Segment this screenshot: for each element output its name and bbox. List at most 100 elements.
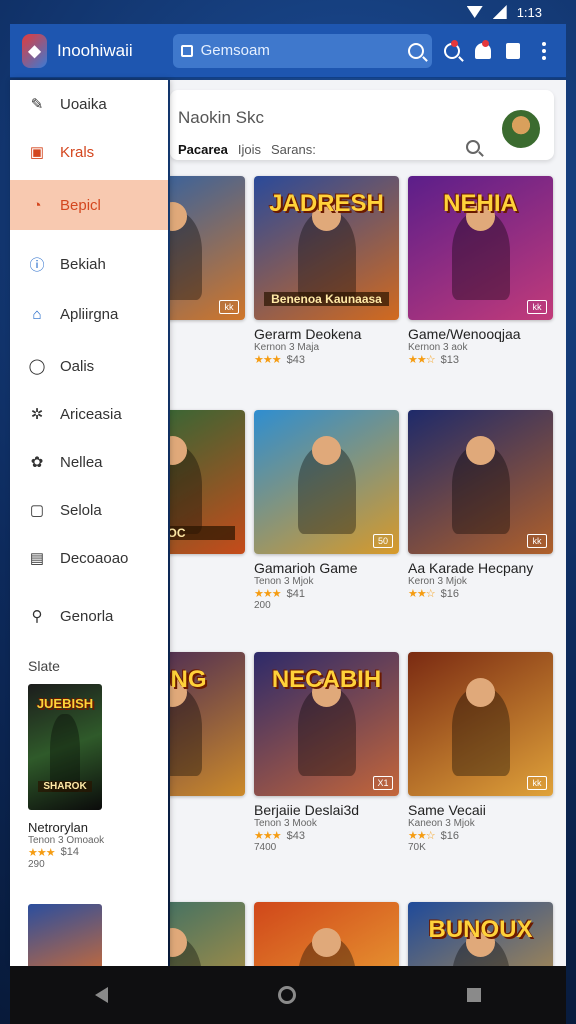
drawer-item-genorla[interactable]: ⚲ Genorla <box>10 592 168 640</box>
game-name: Netrorylan <box>28 820 88 835</box>
game-card[interactable]: kk Same Vecaii Kaneon 3 Mjok ★★☆ $16 70K <box>408 652 558 853</box>
clock-icon: ◔ <box>32 196 42 214</box>
status-bar: 1:13 <box>0 0 576 24</box>
drawer-item-label: Krals <box>60 143 95 161</box>
game-cover: BUNOUX <box>408 902 553 966</box>
drawer-item-oalis[interactable]: ◯ Oalis <box>10 342 168 390</box>
app-logo-icon[interactable]: ◆ <box>22 33 48 68</box>
game-cover: SOC <box>170 410 245 554</box>
book-icon <box>506 42 521 59</box>
app-bar: ◆ Inoohiwaii <box>10 24 566 78</box>
library-button[interactable] <box>503 37 524 65</box>
chat-icon: ◯ <box>28 358 46 375</box>
cover-title: NECABIH <box>271 666 382 693</box>
home-icon[interactable] <box>278 986 297 1004</box>
status-time: 1:13 <box>516 4 542 20</box>
drawer-item-apliirgna[interactable]: ⌂ Apliirgna <box>10 290 168 338</box>
drawer-item-bekiah[interactable]: ⓘ Bekiah <box>10 240 168 288</box>
cover-title: TUNG <box>170 666 207 693</box>
rating-stars: ★★☆ <box>408 830 436 842</box>
game-card[interactable]: 50 Gamarioh Game Tenon 3 Mjok ★★★ $41 200 <box>254 410 404 611</box>
game-developer: Tenon 3 Mook <box>254 818 317 829</box>
game-card[interactable] <box>254 902 404 966</box>
search-icon[interactable] <box>466 140 480 154</box>
app-title: Inoohiwaii <box>57 40 133 60</box>
more-menu-button[interactable] <box>533 37 554 65</box>
cover-badge: kk <box>527 776 547 790</box>
game-cover-partial[interactable] <box>28 904 102 966</box>
cover-subtitle: SOC <box>170 526 235 540</box>
tab-pacarea[interactable]: Pacarea <box>178 142 228 157</box>
game-price: $14 <box>60 846 79 858</box>
game-price: $13 <box>440 353 459 366</box>
game-meta: ★★☆ $16 <box>408 587 558 601</box>
search-icon[interactable] <box>407 42 424 59</box>
wifi-icon <box>466 6 483 18</box>
game-meta: ★★★ $43 <box>254 353 404 367</box>
game-cover: JADRESH Benenoa Kaunaasa <box>254 176 399 320</box>
tab-bar: Pacarea Ijois Sarans: <box>178 142 316 157</box>
game-developer: Tenon 3 Omoaok <box>28 835 105 846</box>
game-price: $43 <box>286 829 305 842</box>
navigation-drawer: Slate JUEBISH SHAROK Netrorylan Tenon 3 … <box>10 80 168 966</box>
avatar[interactable] <box>500 108 542 150</box>
drawer-item-label: Bepicl <box>60 196 101 214</box>
game-card[interactable]: NEHIA kk Game/Wenooqjaa Kernon 3 aok ★★☆ $13 <box>408 176 558 366</box>
game-card[interactable]: TUNG saoiNalianak <box>170 652 250 829</box>
cover-title: JUEBISH <box>36 696 94 711</box>
rating-stars: ★★★ <box>254 830 282 842</box>
game-card[interactable] <box>170 902 250 966</box>
game-name: Gamarioh Game <box>254 560 358 576</box>
game-meta: ★★★ $41 <box>254 587 404 601</box>
rating-stars: ★★★ <box>254 588 282 600</box>
drawer-item-krals[interactable]: ▣ Krals <box>10 128 168 176</box>
game-card[interactable]: BUNOUX <box>408 902 558 966</box>
cover-badge: kk <box>527 300 547 314</box>
game-card[interactable]: kk Aa Karade Hecpany Keron 3 Mjok ★★☆ $16 <box>408 410 558 600</box>
game-meta: ★★★ $14 <box>28 846 168 859</box>
drawer-item-decoaoao[interactable]: ▤ Decoaoao <box>10 534 168 582</box>
screen: 1:13 ◆ Inoohiwaii Naokin Skc Pacarea Ijo… <box>0 0 576 1024</box>
drawer-item-label: Apliirgna <box>60 305 119 323</box>
game-developer: Kaneon 3 Mjok <box>408 818 475 829</box>
pencil-icon: ✎ <box>30 96 44 113</box>
tab-sarans[interactable]: Sarans: <box>271 142 316 157</box>
game-card[interactable]: NECABIH X1 Berjaiie Deslai3d Tenon 3 Mook ★★… <box>254 652 404 853</box>
game-meta: ★★ <box>170 353 250 366</box>
game-name: T Kadhlkd <box>170 560 250 576</box>
archive-icon: ▤ <box>29 550 45 567</box>
game-meta: ★★☆ $13 <box>408 353 558 367</box>
featured-game-card[interactable]: JUEBISH SHAROK Netrorylan Tenon 3 Omoaok… <box>28 684 168 870</box>
game-developer: ak <box>170 818 250 829</box>
game-meta: ★★★ $43 <box>254 829 404 843</box>
notifications-button[interactable] <box>472 37 493 65</box>
drawer-item-uoaika[interactable]: ✎ Uoaika <box>10 80 168 128</box>
rating-stars: ★★★ <box>28 847 56 859</box>
rating-stars: ★★☆ <box>408 354 436 366</box>
game-cover: kk <box>170 176 245 320</box>
search-input[interactable] <box>200 42 400 59</box>
game-count: 70K <box>408 842 426 853</box>
game-card[interactable]: kk ahganSbcesdk★★ <box>170 176 250 366</box>
game-card[interactable]: JADRESH Benenoa Kaunaasa Gerarm Deokena Ker… <box>254 176 404 366</box>
game-name: Gerarm Deokena <box>254 326 362 342</box>
drawer-item-bepicl[interactable]: ◔ Bepicl <box>10 180 168 230</box>
cover-badge: X1 <box>373 776 393 790</box>
game-developer: Kernon 3 Maja <box>254 342 320 353</box>
game-price: $16 <box>440 587 459 600</box>
game-card[interactable]: SOC T Kadhlkdaok <box>170 410 250 587</box>
notification-dot <box>451 39 459 47</box>
game-cover: 50 <box>254 410 399 554</box>
rating-stars: ★★☆ <box>408 588 436 600</box>
back-icon[interactable] <box>95 987 109 1003</box>
drawer-item-ariceasia[interactable]: ✲ Ariceasia <box>10 390 168 438</box>
game-count: 200 <box>254 600 271 611</box>
recents-icon[interactable] <box>466 988 481 1002</box>
search-bar[interactable] <box>172 33 432 68</box>
search-icon: ⚲ <box>31 608 43 625</box>
drawer-item-nellea[interactable]: ✿ Nellea <box>10 438 168 486</box>
game-name: ahgan <box>170 326 250 342</box>
drawer-item-selola[interactable]: ▢ Selola <box>10 486 168 534</box>
search-button[interactable] <box>442 37 463 65</box>
tab-ijois[interactable]: Ijois <box>238 142 261 157</box>
